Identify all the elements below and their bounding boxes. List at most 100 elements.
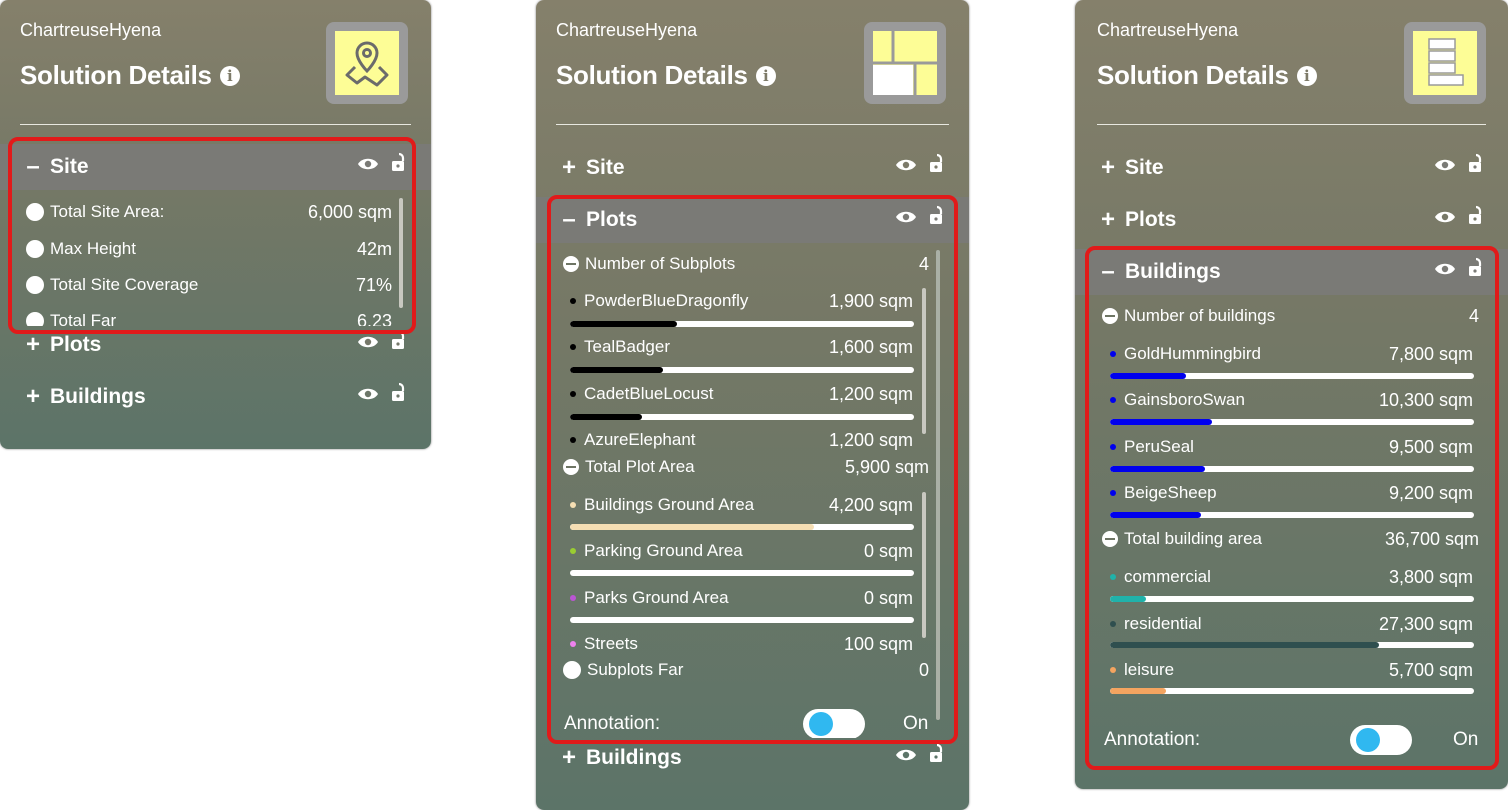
building-bar [1110,512,1474,518]
color-dot [1110,397,1116,403]
info-icon[interactable]: i [755,65,776,86]
ground-area-value: 0 sqm [863,540,913,561]
building-item[interactable]: BeigeSheep 9,200 sqm [1110,481,1473,505]
toggle-knob[interactable] [809,712,833,736]
unlock-icon[interactable] [1468,257,1484,277]
building-stack-icon [1413,31,1477,95]
expand-icon[interactable]: + [24,331,42,359]
panel-title: Solution Details i [20,60,240,91]
section-header-site[interactable]: + Site [1075,145,1508,191]
ground-area-item[interactable]: Streets 100 sqm [570,632,913,656]
building-item[interactable]: GoldHummingbird 7,800 sqm [1110,342,1473,366]
use-item[interactable]: commercial 3,800 sqm [1110,565,1473,589]
ground-area-item[interactable]: Parks Ground Area 0 sqm [570,586,913,610]
section-label-buildings: Buildings [1125,260,1221,283]
eye-icon[interactable] [357,157,379,171]
unlock-icon[interactable] [929,743,945,763]
ground-area-item[interactable]: Parking Ground Area 0 sqm [570,539,913,563]
section-header-site[interactable]: – Site [0,144,431,190]
plots-layout-icon [873,31,937,95]
expand-icon[interactable]: + [560,154,578,182]
expand-icon[interactable]: + [1099,206,1117,234]
use-name: leisure [1124,660,1175,679]
subplot-bar-fill [570,367,663,373]
unlock-icon[interactable] [1468,205,1484,225]
section-label-site: Site [586,156,625,179]
use-item[interactable]: leisure 5,700 sqm [1110,658,1473,682]
collapse-circle-icon[interactable] [1102,308,1118,324]
subplots-scrollbar[interactable] [922,288,926,434]
toggle-knob[interactable] [1356,728,1380,752]
eye-icon[interactable] [895,210,917,224]
unlock-icon[interactable] [929,205,945,225]
section-header-site[interactable]: + Site [536,145,969,191]
annotation-toggle[interactable] [1350,725,1412,755]
color-dot [570,502,576,508]
color-dot [570,641,576,647]
info-icon[interactable]: i [1296,65,1317,86]
site-thumbnail[interactable] [326,22,408,104]
areas-scrollbar[interactable] [922,492,926,638]
app-name: ChartreuseHyena [1097,20,1239,40]
expand-icon[interactable]: + [560,744,578,772]
subplot-name: CadetBlueLocust [584,384,714,403]
eye-icon[interactable] [895,748,917,762]
subplot-item[interactable]: TealBadger 1,600 sqm [570,335,913,359]
eye-icon[interactable] [357,387,379,401]
buildings-count-label: Number of buildings [1124,306,1276,325]
collapse-icon[interactable]: – [560,206,578,234]
expand-icon[interactable]: + [1099,154,1117,182]
collapse-circle-icon[interactable] [1102,531,1118,547]
unlock-icon[interactable] [391,382,407,402]
ground-area-name: Buildings Ground Area [584,495,755,514]
section-header-plots[interactable]: – Plots [536,197,969,243]
section-header-buildings[interactable]: + Buildings [0,374,431,420]
unlock-icon[interactable] [929,153,945,173]
unlock-icon[interactable] [391,152,407,172]
eye-icon[interactable] [357,335,379,349]
building-item[interactable]: GainsboroSwan 10,300 sqm [1110,388,1473,412]
eye-icon[interactable] [1434,210,1456,224]
buildings-thumbnail[interactable] [1404,22,1486,104]
section-header-buildings[interactable]: – Buildings [1075,249,1508,295]
unlock-icon[interactable] [1468,153,1484,173]
eye-icon[interactable] [1434,158,1456,172]
collapse-circle-icon[interactable] [563,459,579,475]
bullet-icon [26,240,44,258]
scrollbar[interactable] [936,250,940,720]
subplot-item[interactable]: CadetBlueLocust 1,200 sqm [570,382,913,406]
info-icon[interactable]: i [219,65,240,86]
building-bar-fill [1110,512,1201,518]
annotation-toggle[interactable] [803,709,865,738]
site-row-label: Total Site Area: [50,202,165,221]
collapse-icon[interactable]: – [24,153,42,181]
ground-area-item[interactable]: Buildings Ground Area 4,200 sqm [570,493,913,517]
expand-icon[interactable]: + [24,383,42,411]
eye-icon[interactable] [1434,262,1456,276]
scrollbar[interactable] [399,198,403,308]
subplot-area: 1,900 sqm [828,290,913,311]
subplot-item[interactable]: AzureElephant 1,200 sqm [570,428,913,452]
plots-thumbnail[interactable] [864,22,946,104]
section-header-plots[interactable]: + Plots [0,322,431,368]
total-plot-area-row: Total Plot Area 5,900 sqm [563,455,929,479]
use-bar-fill [1110,642,1380,648]
divider [1097,124,1486,125]
building-item[interactable]: PeruSeal 9,500 sqm [1110,435,1473,459]
color-dot [1110,621,1116,627]
section-header-plots[interactable]: + Plots [1075,197,1508,243]
subplots-far-value: 0 [918,659,929,680]
collapse-circle-icon[interactable] [563,256,579,272]
use-bar [1110,642,1474,648]
use-item[interactable]: residential 27,300 sqm [1110,612,1473,636]
color-dot [570,298,576,304]
panel-title: Solution Details i [1097,60,1317,91]
section-header-buildings[interactable]: + Buildings [536,735,969,781]
unlock-icon[interactable] [391,330,407,350]
site-row-label: Total Site Coverage [50,275,199,294]
ground-area-value: 4,200 sqm [828,494,913,515]
subplot-item[interactable]: PowderBlueDragonfly 1,900 sqm [570,289,913,313]
eye-icon[interactable] [895,158,917,172]
subplots-far-label: Subplots Far [587,660,684,679]
collapse-icon[interactable]: – [1099,258,1117,286]
